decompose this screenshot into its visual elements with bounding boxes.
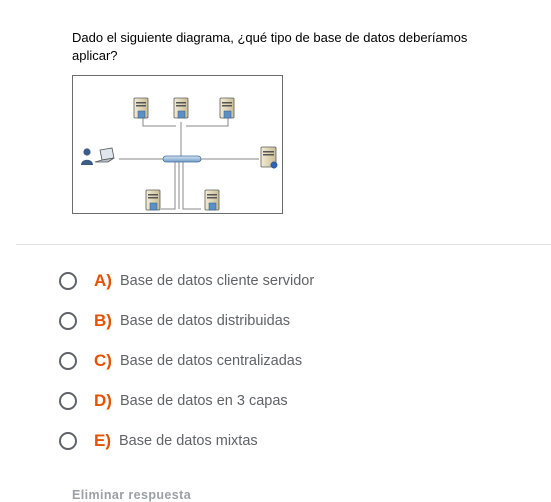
server-icon [173, 97, 189, 119]
server-icon [133, 97, 149, 119]
server-icon [145, 189, 161, 211]
option-letter: E) [94, 431, 111, 450]
laptop-icon [94, 147, 115, 163]
radio-button[interactable] [59, 432, 77, 450]
option-letter: D) [94, 391, 112, 410]
option-label: Base de datos mixtas [119, 433, 258, 449]
database-server-icon [260, 146, 278, 169]
option-label: Base de datos distribuidas [119, 313, 291, 329]
option-letter: B) [94, 311, 112, 330]
option-letter: A) [94, 271, 112, 290]
user-icon [81, 148, 93, 165]
clear-answer-link[interactable]: Eliminar respuesta [72, 488, 191, 502]
network-hub-icon [162, 155, 202, 163]
option-a[interactable]: A) Base de datos cliente servidor [56, 268, 456, 294]
server-icon [219, 97, 235, 119]
network-links [119, 116, 259, 210]
option-label: Base de datos en 3 capas [119, 393, 288, 409]
server-icon [204, 189, 220, 211]
option-e[interactable]: E) Base de datos mixtas [56, 428, 456, 454]
option-label: Base de datos centralizadas [119, 353, 303, 369]
network-diagram [72, 75, 283, 214]
radio-button[interactable] [59, 272, 77, 290]
option-d[interactable]: D) Base de datos en 3 capas [56, 388, 456, 414]
radio-button[interactable] [59, 352, 77, 370]
option-label: Base de datos cliente servidor [119, 273, 315, 289]
section-divider [16, 244, 551, 245]
option-letter: C) [94, 351, 112, 370]
question-text: Dado el siguiente diagrama, ¿qué tipo de… [72, 30, 468, 63]
option-b[interactable]: B) Base de datos distribuidas [56, 308, 456, 334]
option-c[interactable]: C) Base de datos centralizadas [56, 348, 456, 374]
radio-button[interactable] [59, 392, 77, 410]
radio-button[interactable] [59, 312, 77, 330]
